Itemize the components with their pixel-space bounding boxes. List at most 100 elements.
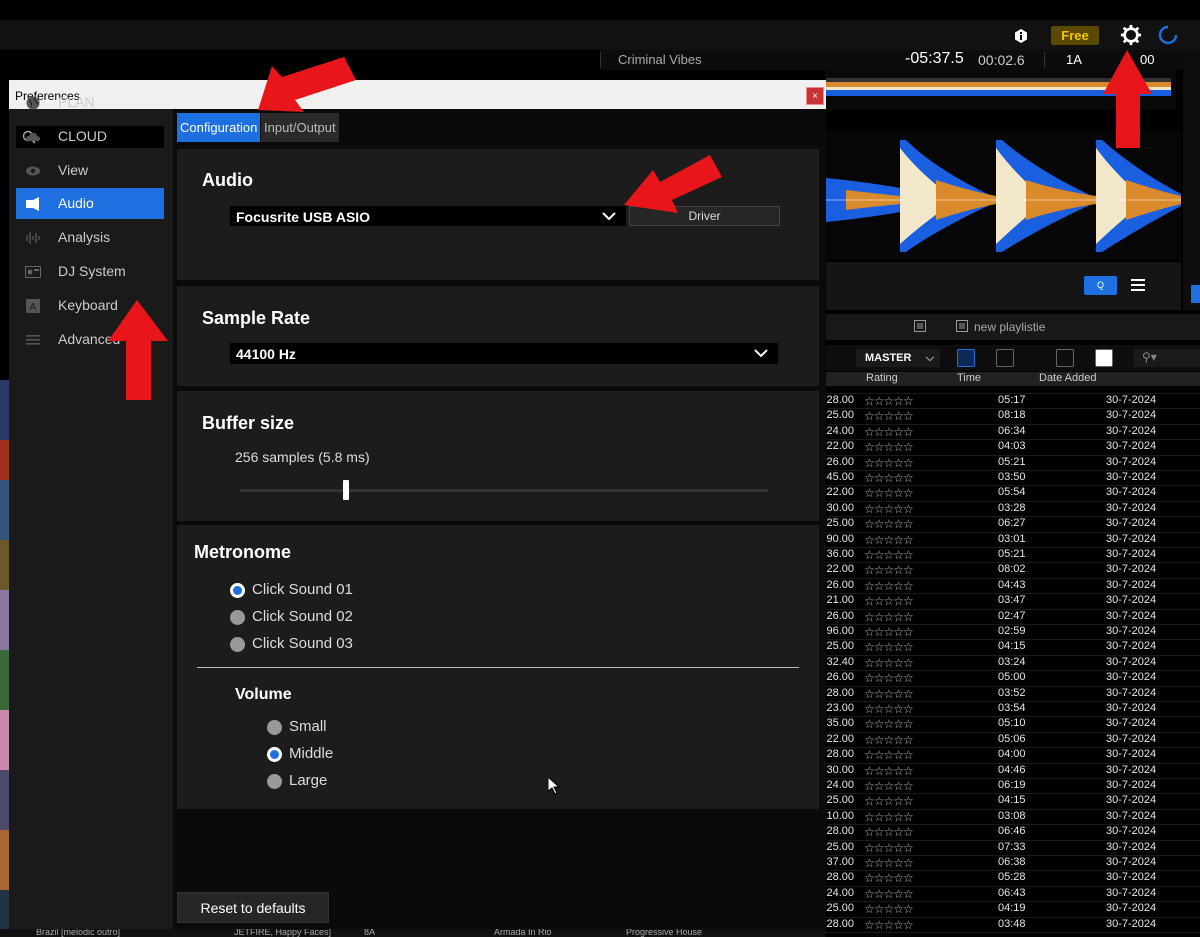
table-row[interactable]: 25.00 ☆☆☆☆☆ 07:33 30-7-2024 — [826, 841, 1200, 856]
detail-view-button[interactable] — [996, 349, 1014, 367]
table-row[interactable]: 37.00 ☆☆☆☆☆ 06:38 30-7-2024 — [826, 856, 1200, 871]
close-button[interactable]: × — [806, 87, 824, 105]
column-view-button[interactable] — [1056, 349, 1074, 367]
browser-search[interactable]: ⚲▾ — [1134, 349, 1200, 367]
radio-label[interactable]: Click Sound 03 — [252, 635, 353, 652]
playlist-icon[interactable] — [914, 320, 926, 332]
table-row[interactable]: 28.00 ☆☆☆☆☆ 04:00 30-7-2024 — [826, 748, 1200, 763]
playlist-tab-label[interactable]: new playlistie — [974, 320, 1045, 334]
sidebar-item-plan[interactable]: PLAN — [16, 87, 164, 118]
table-row[interactable]: 45.00 ☆☆☆☆☆ 03:50 30-7-2024 — [826, 471, 1200, 486]
gear-icon[interactable] — [1120, 24, 1142, 46]
sidebar-item-cloud[interactable]: CLOUD — [16, 121, 164, 152]
rating-stars[interactable]: ☆☆☆☆☆ — [864, 456, 914, 470]
zoom-waveform[interactable] — [826, 130, 1181, 260]
rating-stars[interactable]: ☆☆☆☆☆ — [864, 902, 914, 916]
sidebar-item-audio[interactable]: Audio — [16, 188, 164, 219]
rating-stars[interactable]: ☆☆☆☆☆ — [864, 610, 914, 624]
rating-stars[interactable]: ☆☆☆☆☆ — [864, 841, 914, 855]
rating-stars[interactable]: ☆☆☆☆☆ — [864, 440, 914, 454]
rating-stars[interactable]: ☆☆☆☆☆ — [864, 425, 914, 439]
rating-stars[interactable]: ☆☆☆☆☆ — [864, 409, 914, 423]
table-row[interactable]: 22.00 ☆☆☆☆☆ 05:06 30-7-2024 — [826, 733, 1200, 748]
table-row[interactable]: 26.00 ☆☆☆☆☆ 02:47 30-7-2024 — [826, 610, 1200, 625]
playlist-icon[interactable] — [956, 320, 968, 332]
radio-button[interactable] — [267, 747, 282, 762]
rating-stars[interactable]: ☆☆☆☆☆ — [864, 810, 914, 824]
sidebar-item-view[interactable]: View — [16, 155, 164, 186]
radio-button[interactable] — [267, 774, 282, 789]
sidebar-item-advanced[interactable]: Advanced — [16, 324, 164, 355]
rating-stars[interactable]: ☆☆☆☆☆ — [864, 702, 914, 716]
table-row[interactable]: 90.00 ☆☆☆☆☆ 03:01 30-7-2024 — [826, 533, 1200, 548]
table-row[interactable]: 96.00 ☆☆☆☆☆ 02:59 30-7-2024 — [826, 625, 1200, 640]
audio-device-select[interactable]: Focusrite USB ASIO — [230, 206, 626, 226]
table-row[interactable]: 22.00 ☆☆☆☆☆ 04:03 30-7-2024 — [826, 440, 1200, 455]
radio-label[interactable]: Middle — [289, 745, 333, 762]
radio-button[interactable] — [230, 583, 245, 598]
rating-stars[interactable]: ☆☆☆☆☆ — [864, 871, 914, 885]
table-row[interactable]: 24.00 ☆☆☆☆☆ 06:34 30-7-2024 — [826, 425, 1200, 440]
rating-stars[interactable]: ☆☆☆☆☆ — [864, 887, 914, 901]
rating-stars[interactable]: ☆☆☆☆☆ — [864, 918, 914, 932]
rating-stars[interactable]: ☆☆☆☆☆ — [864, 394, 914, 408]
rating-stars[interactable]: ☆☆☆☆☆ — [864, 471, 914, 485]
radio-label[interactable]: Click Sound 02 — [252, 608, 353, 625]
table-row[interactable]: 28.00 ☆☆☆☆☆ 05:28 30-7-2024 — [826, 871, 1200, 886]
table-row[interactable]: 24.00 ☆☆☆☆☆ 06:19 30-7-2024 — [826, 779, 1200, 794]
driver-button[interactable]: Driver — [629, 206, 780, 226]
table-row[interactable]: 28.00 ☆☆☆☆☆ 03:52 30-7-2024 — [826, 687, 1200, 702]
list-view-button[interactable] — [957, 349, 975, 367]
sample-rate-select[interactable]: 44100 Hz — [230, 343, 778, 364]
table-row[interactable]: 26.00 ☆☆☆☆☆ 05:00 30-7-2024 — [826, 671, 1200, 686]
table-row[interactable]: 30.00 ☆☆☆☆☆ 04:46 30-7-2024 — [826, 764, 1200, 779]
table-row[interactable]: 22.00 ☆☆☆☆☆ 05:54 30-7-2024 — [826, 486, 1200, 501]
master-selector[interactable]: MASTER ⌵ — [856, 349, 940, 367]
sidebar-item-dj-system[interactable]: DJ System — [16, 256, 164, 287]
table-row[interactable]: 30.00 ☆☆☆☆☆ 03:28 30-7-2024 — [826, 502, 1200, 517]
info-icon[interactable] — [1013, 28, 1029, 44]
plan-badge[interactable]: Free — [1051, 26, 1099, 45]
table-row[interactable]: 22.00 ☆☆☆☆☆ 08:02 30-7-2024 — [826, 563, 1200, 578]
overview-waveform[interactable] — [826, 70, 1176, 110]
rating-stars[interactable]: ☆☆☆☆☆ — [864, 856, 914, 870]
column-header-date-added[interactable]: Date Added — [1039, 372, 1097, 384]
rating-stars[interactable]: ☆☆☆☆☆ — [864, 825, 914, 839]
rating-stars[interactable]: ☆☆☆☆☆ — [864, 563, 914, 577]
split-view-button[interactable] — [1095, 349, 1113, 367]
rating-stars[interactable]: ☆☆☆☆☆ — [864, 733, 914, 747]
rating-stars[interactable]: ☆☆☆☆☆ — [864, 687, 914, 701]
table-row[interactable]: 25.00 ☆☆☆☆☆ 04:15 30-7-2024 — [826, 794, 1200, 809]
table-row[interactable]: 26.00 ☆☆☆☆☆ 04:43 30-7-2024 — [826, 579, 1200, 594]
radio-label[interactable]: Small — [289, 718, 327, 735]
tab-configuration[interactable]: Configuration — [177, 113, 261, 142]
rating-stars[interactable]: ☆☆☆☆☆ — [864, 717, 914, 731]
table-row[interactable]: 28.00 ☆☆☆☆☆ 03:48 30-7-2024 — [826, 918, 1200, 933]
radio-button[interactable] — [267, 720, 282, 735]
buffer-size-slider-track[interactable] — [240, 489, 768, 492]
radio-button[interactable] — [230, 610, 245, 625]
rating-stars[interactable]: ☆☆☆☆☆ — [864, 548, 914, 562]
radio-label[interactable]: Large — [289, 772, 327, 789]
table-row[interactable]: 25.00 ☆☆☆☆☆ 04:19 30-7-2024 — [826, 902, 1200, 917]
table-row[interactable]: 25.00 ☆☆☆☆☆ 08:18 30-7-2024 — [826, 409, 1200, 424]
table-row[interactable]: 28.00 ☆☆☆☆☆ 06:46 30-7-2024 — [826, 825, 1200, 840]
column-header-time[interactable]: Time — [957, 372, 981, 384]
table-row[interactable]: 25.00 ☆☆☆☆☆ 04:15 30-7-2024 — [826, 640, 1200, 655]
buffer-size-slider-thumb[interactable] — [342, 480, 349, 500]
radio-button[interactable] — [230, 637, 245, 652]
rating-stars[interactable]: ☆☆☆☆☆ — [864, 671, 914, 685]
table-row[interactable]: 26.00 ☆☆☆☆☆ 05:21 30-7-2024 — [826, 456, 1200, 471]
rating-stars[interactable]: ☆☆☆☆☆ — [864, 579, 914, 593]
menu-icon[interactable] — [1130, 277, 1146, 293]
rating-stars[interactable]: ☆☆☆☆☆ — [864, 517, 914, 531]
quantize-button[interactable]: Q — [1084, 276, 1117, 295]
rating-stars[interactable]: ☆☆☆☆☆ — [864, 486, 914, 500]
column-header-rating[interactable]: Rating — [866, 372, 898, 384]
sync-status-icon[interactable] — [1158, 25, 1178, 45]
sidebar-item-keyboard[interactable]: A Keyboard — [16, 290, 164, 321]
table-row[interactable]: 21.00 ☆☆☆☆☆ 03:47 30-7-2024 — [826, 594, 1200, 609]
table-row[interactable]: 28.00 ☆☆☆☆☆ 05:17 30-7-2024 — [826, 394, 1200, 409]
rating-stars[interactable]: ☆☆☆☆☆ — [864, 748, 914, 762]
table-row[interactable]: 35.00 ☆☆☆☆☆ 05:10 30-7-2024 — [826, 717, 1200, 732]
